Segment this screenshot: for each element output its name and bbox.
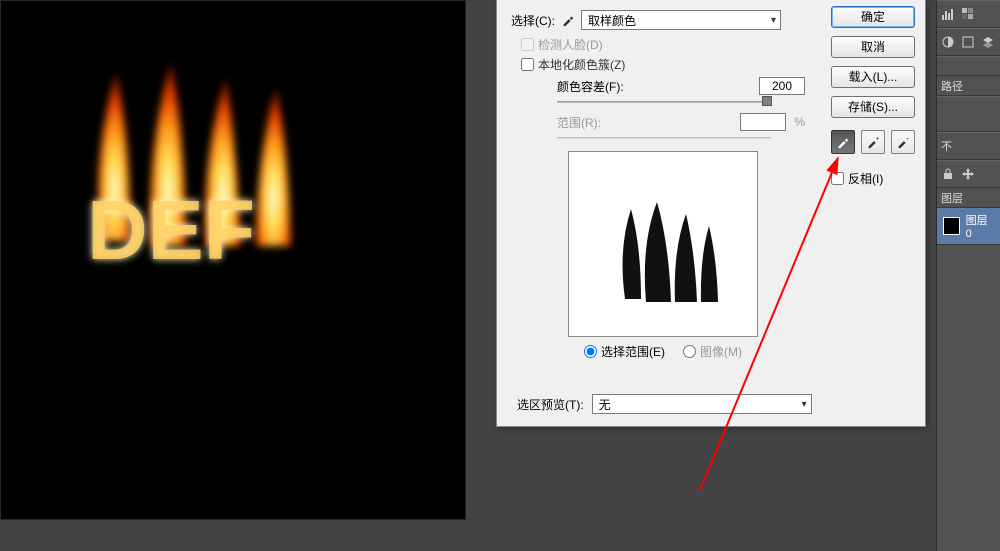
move-icon bbox=[961, 167, 975, 181]
selection-preview-dropdown[interactable]: 无 bbox=[592, 394, 812, 414]
svg-text:+: + bbox=[876, 135, 880, 142]
eyedropper-minus-tool[interactable]: − bbox=[891, 130, 915, 154]
eyedropper-plus-tool[interactable]: + bbox=[861, 130, 885, 154]
range-label: 范围(R): bbox=[557, 114, 601, 131]
range-input bbox=[740, 113, 786, 131]
panel-icons-row-2[interactable] bbox=[937, 28, 1000, 56]
invert-checkbox[interactable]: 反相(I) bbox=[831, 170, 915, 187]
layer-item[interactable]: 图层 0 bbox=[937, 208, 1000, 245]
svg-text:−: − bbox=[906, 135, 910, 142]
fuzziness-slider[interactable] bbox=[557, 97, 771, 107]
fuzziness-input[interactable] bbox=[759, 77, 805, 95]
layers-icon bbox=[981, 35, 995, 49]
panel-icons-row-4[interactable] bbox=[937, 160, 1000, 188]
panel-icons-row-3[interactable]: 不 bbox=[937, 132, 1000, 160]
document-canvas[interactable]: DEF DEF bbox=[0, 0, 466, 520]
range-unit: % bbox=[794, 115, 805, 129]
selection-preview bbox=[568, 151, 758, 337]
eyedropper-icon bbox=[561, 13, 575, 27]
select-value: 取样颜色 bbox=[588, 12, 636, 29]
selection-preview-label: 选区预览(T): bbox=[517, 396, 584, 413]
color-range-dialog: 选择(C): 取样颜色 检测人脸(D) 本地化颜色簇(Z) 颜色容差(F): bbox=[496, 0, 926, 427]
paths-tab[interactable]: 路径 bbox=[937, 76, 1000, 96]
histogram-icon bbox=[941, 7, 955, 21]
lock-icon bbox=[941, 167, 955, 181]
flame-text-effect: DEF DEF bbox=[61, 41, 321, 281]
save-button[interactable]: 存储(S)... bbox=[831, 96, 915, 118]
swatch-icon bbox=[961, 7, 975, 21]
layer-thumbnail bbox=[943, 217, 960, 235]
layer-name: 图层 0 bbox=[966, 212, 994, 240]
svg-text:DEF: DEF bbox=[87, 183, 255, 277]
cancel-button[interactable]: 取消 bbox=[831, 36, 915, 58]
select-dropdown[interactable]: 取样颜色 bbox=[581, 10, 781, 30]
fuzziness-label: 颜色容差(F): bbox=[557, 78, 624, 95]
opacity-label: 不 bbox=[941, 138, 952, 154]
layers-tab[interactable]: 图层 bbox=[937, 188, 1000, 208]
styles-icon bbox=[961, 35, 975, 49]
adjustments-icon bbox=[941, 35, 955, 49]
ok-button[interactable]: 确定 bbox=[831, 6, 915, 28]
right-panels: 路径 不 图层 图层 0 bbox=[936, 0, 1000, 551]
eyedropper-tool[interactable] bbox=[831, 130, 855, 154]
radio-image[interactable]: 图像(M) bbox=[683, 343, 742, 360]
range-slider bbox=[557, 133, 771, 143]
radio-selection[interactable]: 选择范围(E) bbox=[584, 343, 665, 360]
detect-faces-checkbox[interactable]: 检测人脸(D) bbox=[521, 36, 805, 53]
localized-colors-checkbox[interactable]: 本地化颜色簇(Z) bbox=[521, 56, 805, 73]
select-label: 选择(C): bbox=[511, 12, 555, 29]
load-button[interactable]: 载入(L)... bbox=[831, 66, 915, 88]
panel-icons-row-1[interactable] bbox=[937, 0, 1000, 28]
slider-thumb[interactable] bbox=[762, 96, 772, 106]
